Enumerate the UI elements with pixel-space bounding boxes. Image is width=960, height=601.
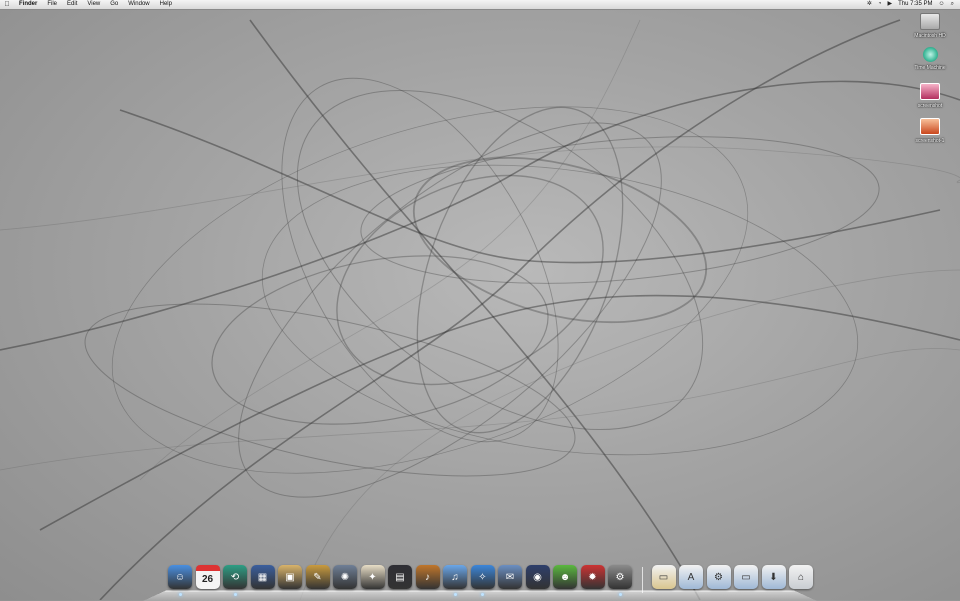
- desktop-icon-label: Macintosh HD: [914, 33, 946, 39]
- time-machine-icon[interactable]: ⟲: [223, 565, 247, 589]
- applications-folder-icon[interactable]: A: [679, 565, 703, 589]
- photobooth-icon[interactable]: ✹: [580, 565, 605, 589]
- status-area: ✲ ◔ ▶ Thu 7:35 PM ☺ ⌕: [867, 0, 960, 9]
- time-machine-icon: [922, 47, 938, 62]
- mail-icon[interactable]: ✉: [498, 565, 522, 589]
- desktop-icon-label: screenshot-1: [915, 138, 945, 144]
- bluetooth-icon[interactable]: ✲: [867, 0, 872, 9]
- menu-go[interactable]: Go: [105, 0, 123, 9]
- menu-window[interactable]: Window: [123, 0, 154, 9]
- desktop-folder-icon[interactable]: ▭: [734, 565, 758, 589]
- dock-separator: [641, 567, 643, 593]
- running-indicator: [453, 593, 457, 596]
- safari-icon[interactable]: ✧: [470, 565, 495, 589]
- running-indicator: [481, 593, 484, 596]
- image-file-icon: [920, 118, 940, 135]
- menu-bar:  Finder File Edit View Go Window Help ✲…: [0, 0, 960, 10]
- dashboard-icon[interactable]: ◉: [525, 565, 550, 589]
- desktop-icon-time-machine[interactable]: Time Machine: [908, 47, 952, 71]
- ichat-icon[interactable]: ☻: [553, 565, 577, 589]
- running-indicator: [233, 593, 237, 596]
- desktop-icon-label: Time Machine: [914, 65, 946, 71]
- itunes-icon[interactable]: ♫: [443, 565, 467, 589]
- desktop-icon-macintosh-hd[interactable]: Macintosh HD: [908, 13, 952, 39]
- system-preferences-icon[interactable]: ⚙: [608, 565, 632, 589]
- desktop-icon-label: screenshot: [917, 103, 943, 109]
- user-icon[interactable]: ☺: [938, 0, 944, 9]
- front-row-icon[interactable]: ▤: [388, 565, 412, 589]
- downloads-folder-icon[interactable]: ⬇: [761, 565, 786, 589]
- dock: ☺ 26 ⟲ ▦ ▣ ✎ ✺ ✦ ▤ ♪ ♫ ✧ ✉ ◉ ☻ ✹ ⚙ ▭ A ⚙ ▭ ⬇ ⌂: [168, 565, 813, 596]
- apple-menu-icon[interactable]: : [0, 0, 14, 9]
- utilities-folder-icon[interactable]: ⚙: [706, 565, 731, 589]
- calendar-icon[interactable]: 26: [195, 565, 220, 589]
- desktop-icon-screenshot[interactable]: screenshot: [908, 83, 952, 109]
- menu-view[interactable]: View: [82, 0, 105, 9]
- documents-stack-icon[interactable]: ▭: [651, 565, 676, 589]
- spaces-icon[interactable]: ▦: [250, 565, 275, 589]
- desktop-icon-screenshot-1[interactable]: screenshot-1: [908, 118, 952, 144]
- running-indicator: [618, 593, 622, 596]
- hard-drive-icon: [920, 13, 940, 30]
- garageband-icon[interactable]: ♪: [415, 565, 440, 589]
- volume-icon[interactable]: ▶: [888, 0, 893, 9]
- preview-icon[interactable]: ✎: [305, 565, 330, 589]
- iphoto-icon[interactable]: ▣: [278, 565, 302, 589]
- menu-finder[interactable]: Finder: [14, 0, 42, 9]
- image-file-icon: [920, 83, 940, 100]
- automator-icon[interactable]: ✦: [360, 565, 385, 589]
- menu-file[interactable]: File: [42, 0, 62, 9]
- menu-clock[interactable]: Thu 7:35 PM: [898, 0, 932, 9]
- running-indicator: [178, 593, 182, 596]
- desktop-wallpaper: [0, 19, 960, 600]
- spotlight-icon[interactable]: ⌕: [951, 0, 954, 9]
- finder-icon[interactable]: ☺: [168, 565, 192, 589]
- menu-edit[interactable]: Edit: [62, 0, 82, 9]
- menu-help[interactable]: Help: [155, 0, 177, 9]
- aperture-icon[interactable]: ✺: [333, 565, 357, 589]
- trash-icon[interactable]: ⌂: [789, 565, 813, 589]
- calendar-day: 26: [201, 574, 214, 585]
- wifi-icon[interactable]: ◔: [878, 0, 882, 9]
